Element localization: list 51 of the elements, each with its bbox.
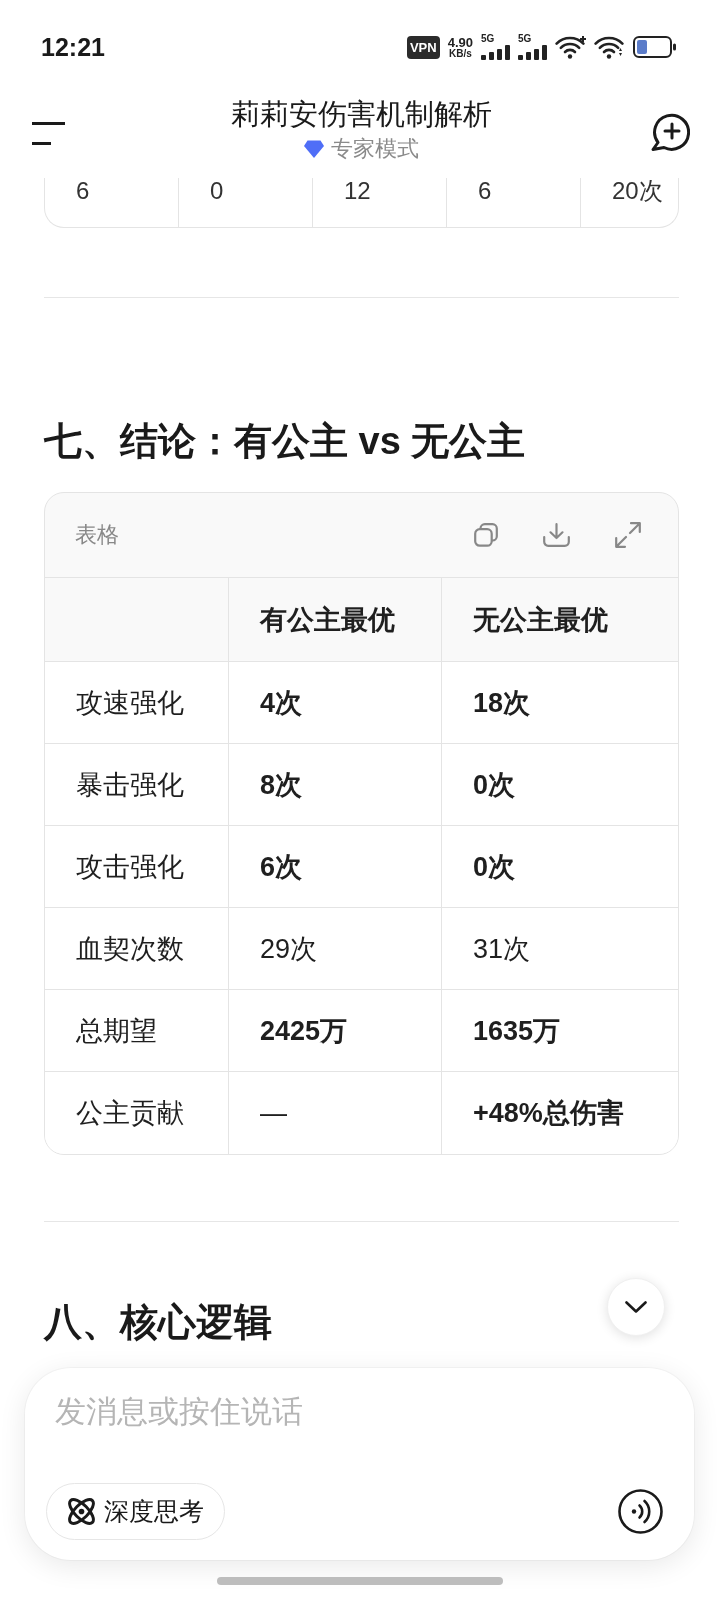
expand-icon[interactable]	[615, 522, 641, 548]
diamond-icon	[303, 139, 324, 158]
row-header: 攻速强化	[45, 662, 229, 744]
table-label: 表格	[75, 521, 119, 549]
table-cell: 18次	[442, 662, 678, 744]
table-cell: 0次	[442, 826, 678, 908]
download-icon[interactable]	[543, 523, 570, 547]
vpn-indicator: VPN	[406, 35, 440, 59]
atom-icon	[68, 1498, 95, 1525]
row-header: 血契次数	[45, 908, 229, 990]
table-cell: 12	[313, 178, 447, 227]
row-header: 攻击强化	[45, 826, 229, 908]
battery-icon	[633, 36, 677, 58]
wifi-plus-icon	[555, 35, 586, 59]
table-cell: 6次	[229, 826, 442, 908]
table-cell: 0次	[442, 744, 678, 826]
table-cell: 8次	[229, 744, 442, 826]
status-time: 12:21	[41, 32, 105, 62]
network-speed-unit: KB/s	[448, 48, 472, 59]
table-cell: 1635万	[442, 990, 678, 1072]
new-chat-icon[interactable]	[650, 113, 690, 151]
table-cell: 4次	[229, 662, 442, 744]
chat-title: 莉莉安伤害机制解析	[230, 97, 492, 132]
signal-bars-icon	[481, 45, 510, 60]
scroll-down-button[interactable]	[607, 1278, 665, 1336]
chevron-down-icon	[625, 1301, 647, 1313]
table-cell: 6	[45, 178, 179, 227]
deep-think-button[interactable]: 深度思考	[46, 1483, 225, 1540]
table-cell: +48%总伤害	[442, 1072, 678, 1154]
section-heading: 七、结论：有公主 vs 无公主	[44, 419, 526, 463]
section-heading: 八、核心逻辑	[44, 1300, 272, 1344]
table-cell-text: 20次	[611, 178, 664, 206]
row-header: 暴击强化	[45, 744, 229, 826]
table-cell: 0	[179, 178, 313, 227]
network-type-label: 5G	[518, 34, 532, 44]
table-cell: 29次	[229, 908, 442, 990]
wifi-arrows-icon	[594, 35, 625, 59]
signal-bars-icon	[518, 45, 547, 60]
message-input[interactable]: 发消息或按住说话	[55, 1390, 375, 1434]
row-header: 总期望	[45, 990, 229, 1072]
mode-label: 专家模式	[330, 135, 419, 162]
table-cell: 2425万	[229, 990, 442, 1072]
menu-icon[interactable]	[32, 122, 65, 145]
table-cell: —	[229, 1072, 442, 1154]
network-type-label: 5G	[481, 34, 495, 44]
network-speed-value: 4.90	[447, 35, 473, 49]
table-cell: 6	[447, 178, 581, 227]
table-cell: 31次	[442, 908, 678, 990]
voice-icon[interactable]	[618, 1489, 663, 1534]
copy-icon[interactable]	[474, 523, 498, 547]
row-header: 公主贡献	[45, 1072, 229, 1154]
